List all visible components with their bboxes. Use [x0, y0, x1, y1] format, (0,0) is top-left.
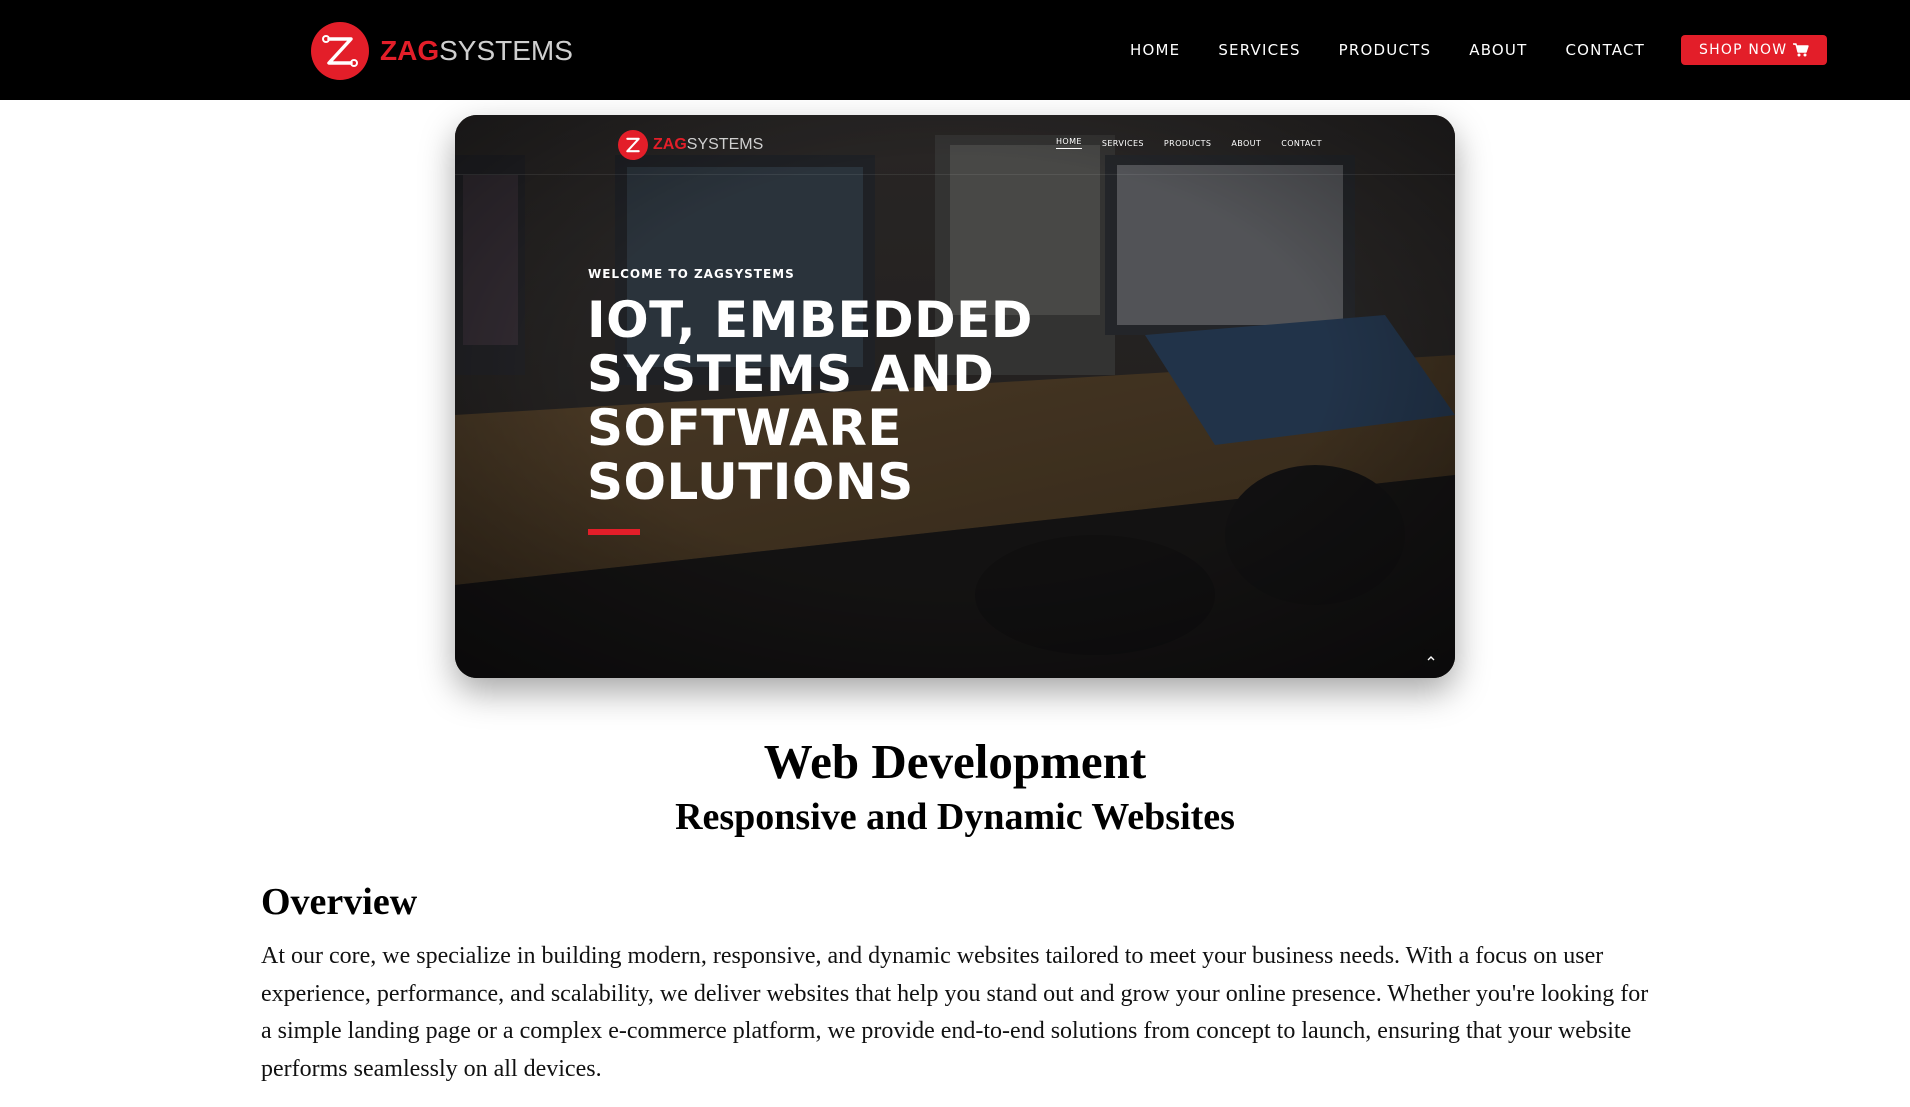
nav-about[interactable]: ABOUT: [1469, 41, 1527, 59]
preview-brand-wordmark: ZAGSYSTEMS: [653, 136, 763, 154]
preview-nav: HOME SERVICES PRODUCTS ABOUT CONTACT: [1056, 137, 1342, 149]
preview-nav-contact: CONTACT: [1281, 138, 1322, 148]
preview-nav-services: SERVICES: [1101, 138, 1144, 148]
nav-contact[interactable]: CONTACT: [1565, 41, 1645, 59]
main-nav: HOME SERVICES PRODUCTS ABOUT CONTACT SHO…: [1130, 0, 1828, 100]
preview-brand-logo: ZAGSYSTEMS: [618, 130, 763, 160]
cart-icon: [1793, 43, 1809, 57]
overview-paragraph: At our core, we specialize in building m…: [261, 943, 1649, 1082]
shop-now-button[interactable]: SHOP NOW: [1681, 35, 1828, 65]
nav-products[interactable]: PRODUCTS: [1339, 41, 1432, 59]
website-preview-image: ZAGSYSTEMS HOME SERVICES PRODUCTS ABOUT …: [455, 115, 1455, 678]
nav-home[interactable]: HOME: [1130, 41, 1180, 59]
preview-nav-home: HOME: [1056, 137, 1082, 149]
nav-services[interactable]: SERVICES: [1218, 41, 1300, 59]
brand-systems-text: SYSTEMS: [439, 35, 573, 66]
page-title: Web Development: [763, 734, 1147, 789]
brand-logo-link[interactable]: ZAGSYSTEMS: [311, 22, 573, 80]
brand-zag-text: ZAG: [380, 35, 440, 66]
preview-header: ZAGSYSTEMS HOME SERVICES PRODUCTS ABOUT …: [455, 115, 1455, 175]
preview-brand-zag-text: ZAG: [653, 136, 687, 153]
overview-heading: Overview: [261, 881, 418, 923]
preview-hero-title: IOT, EMBEDDED SYSTEMS AND SOFTWARE SOLUT…: [587, 291, 1033, 511]
preview-brand-systems-text: SYSTEMS: [686, 136, 764, 153]
preview-nav-about: ABOUT: [1231, 138, 1262, 148]
zag-logo-icon: [311, 22, 369, 80]
scroll-to-top-button: [1422, 649, 1440, 667]
preview-kicker: WELCOME TO ZAGSYSTEMS: [588, 267, 795, 281]
chevron-up-icon: [1427, 656, 1435, 661]
accent-underline: [588, 529, 640, 535]
shop-now-label: SHOP NOW: [1699, 42, 1788, 58]
brand-wordmark: ZAGSYSTEMS: [380, 35, 573, 67]
preview-zag-logo-icon: [618, 130, 648, 160]
site-header: ZAGSYSTEMS HOME SERVICES PRODUCTS ABOUT …: [0, 0, 1910, 100]
page-subtitle: Responsive and Dynamic Websites: [675, 796, 1235, 838]
preview-nav-products: PRODUCTS: [1163, 138, 1212, 148]
